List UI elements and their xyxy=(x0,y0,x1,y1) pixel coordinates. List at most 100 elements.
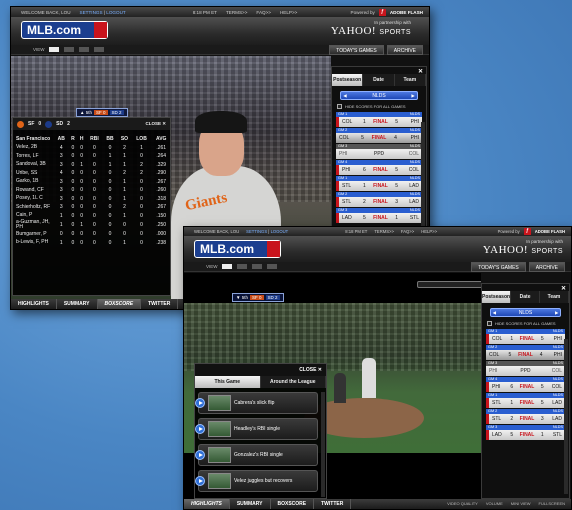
help-link[interactable]: HELP>> xyxy=(280,10,297,15)
tab-summary[interactable]: SUMMARY xyxy=(230,499,271,509)
quality-dropdown[interactable]: ▾ xyxy=(417,281,481,288)
game-score-row[interactable]: PHI 6 FINAL 5 COL xyxy=(486,382,565,392)
game-score-row[interactable]: PHI PPD COL xyxy=(336,149,422,159)
tab-boxscore[interactable]: BOXSCORE xyxy=(97,299,142,309)
prev-arrow-icon[interactable]: ◀ xyxy=(493,310,496,315)
settings-link[interactable]: SETTINGS xyxy=(80,10,103,15)
tab-this-game[interactable]: This Game xyxy=(195,376,261,388)
view-option-icon[interactable] xyxy=(64,47,74,52)
view-option-icon[interactable] xyxy=(94,47,104,52)
game-card[interactable]: GM 4 NLDS PHI 6 FINAL 5 COL xyxy=(486,377,565,392)
logout-link[interactable]: LOGOUT xyxy=(271,229,289,234)
view-option-icon[interactable] xyxy=(267,264,277,269)
game-score-row[interactable]: COL 1 FINAL 5 PHI xyxy=(336,117,422,127)
list-item[interactable]: Headley's RBI single xyxy=(195,418,318,440)
game-card[interactable]: GM 2 NLDS COL 5 FINAL 4 PHI xyxy=(486,345,565,360)
game-score-row[interactable]: COL 5 FINAL 4 PHI xyxy=(486,350,565,360)
series-selector[interactable]: ◀ NLDS ▶ xyxy=(340,91,418,100)
tab-team[interactable]: Team xyxy=(540,291,570,303)
game-card[interactable]: GM 3 NLDS PHI PPD COL xyxy=(336,144,422,159)
game-score-row[interactable]: PHI PPD COL xyxy=(486,366,565,376)
scrollbar[interactable] xyxy=(321,392,325,497)
view-option-icon[interactable] xyxy=(252,264,262,269)
close-icon[interactable]: ✕ xyxy=(561,285,566,292)
hide-scores-option[interactable]: HIDE SCORES FOR ALL GAMES xyxy=(487,321,569,326)
archive-button[interactable]: ARCHIVE xyxy=(528,262,565,272)
mini-view-button[interactable]: MINI VIEW xyxy=(511,499,531,509)
game-card[interactable]: GM 1 NLDS COL 1 FINAL 5 PHI xyxy=(336,112,422,127)
list-item[interactable]: Gonzalez's RBI single xyxy=(195,444,318,466)
play-icon[interactable] xyxy=(195,424,205,434)
tab-date[interactable]: Date xyxy=(511,291,541,303)
tab-highlights[interactable]: HIGHLIGHTS xyxy=(184,499,230,509)
game-card[interactable]: GM 3 NLDS LAD 5 FINAL 1 STL xyxy=(336,208,422,223)
play-icon[interactable] xyxy=(195,476,205,486)
volume-control[interactable]: VOLUME xyxy=(486,499,503,509)
todays-games-button[interactable]: TODAY'S GAMES xyxy=(471,262,526,272)
game-score-row[interactable]: LAD 5 FINAL 1 STL xyxy=(486,430,565,440)
game-score-row[interactable]: STL 1 FINAL 5 LAD xyxy=(336,181,422,191)
settings-link[interactable]: SETTINGS xyxy=(246,229,267,234)
game-card[interactable]: GM 1 NLDS STL 1 FINAL 5 LAD xyxy=(336,176,422,191)
play-icon[interactable] xyxy=(195,398,205,408)
view-option-icon[interactable] xyxy=(237,264,247,269)
video-quality-control[interactable]: VIDEO QUALITY xyxy=(447,499,478,509)
close-button[interactable]: CLOSE ✕ xyxy=(299,367,322,373)
view-option-icon[interactable] xyxy=(49,47,59,52)
tab-highlights[interactable]: HIGHLIGHTS xyxy=(11,299,57,309)
play-icon[interactable] xyxy=(195,450,205,460)
scrollbar[interactable] xyxy=(564,339,568,494)
game-score-row[interactable]: STL 2 FINAL 3 LAD xyxy=(486,414,565,424)
game-card[interactable]: GM 1 NLDS STL 1 FINAL 5 LAD xyxy=(486,393,565,408)
logout-link[interactable]: LOGOUT xyxy=(106,10,125,15)
todays-games-button[interactable]: TODAY'S GAMES xyxy=(329,45,384,55)
close-icon[interactable]: ✕ xyxy=(418,68,423,75)
tab-summary[interactable]: SUMMARY xyxy=(57,299,98,309)
tab-date[interactable]: Date xyxy=(363,74,395,86)
game-card[interactable]: GM 2 NLDS STL 2 FINAL 3 LAD xyxy=(486,409,565,424)
help-link[interactable]: HELP>> xyxy=(421,229,437,234)
terms-link[interactable]: TERMS>> xyxy=(226,10,247,15)
close-button[interactable]: CLOSE ✕ xyxy=(145,121,170,127)
list-item[interactable]: Velez juggles but recovers xyxy=(195,470,318,492)
view-option-icon[interactable] xyxy=(79,47,89,52)
view-option-icon[interactable] xyxy=(222,264,232,269)
tab-postseason[interactable]: Postseason xyxy=(482,291,512,303)
list-item[interactable]: Cabrera's slick flip xyxy=(195,392,318,414)
game-score-row[interactable]: STL 2 FINAL 3 LAD xyxy=(336,197,422,207)
tab-around-the-league[interactable]: Around the League xyxy=(261,376,326,388)
game-score-row[interactable]: PHI 6 FINAL 5 COL xyxy=(336,165,422,175)
tab-twitter[interactable]: TWITTER xyxy=(141,299,179,309)
game-label: GM 2 xyxy=(488,409,498,413)
next-arrow-icon[interactable]: ▶ xyxy=(555,310,558,315)
tab-boxscore[interactable]: BOXSCORE xyxy=(271,499,315,509)
mlb-logo[interactable]: MLB.com xyxy=(194,240,281,258)
game-card[interactable]: GM 3 NLDS PHI PPD COL xyxy=(486,361,565,376)
game-score-row[interactable]: COL 5 FINAL 4 PHI xyxy=(336,133,422,143)
view-options xyxy=(49,47,104,52)
prev-arrow-icon[interactable]: ◀ xyxy=(343,93,346,98)
faq-link[interactable]: FAQ>> xyxy=(256,10,271,15)
terms-link[interactable]: TERMS>> xyxy=(374,229,394,234)
game-card[interactable]: GM 2 NLDS COL 5 FINAL 4 PHI xyxy=(336,128,422,143)
mlb-logo[interactable]: MLB.com xyxy=(21,21,108,39)
fullscreen-button[interactable]: FULLSCREEN xyxy=(539,499,565,509)
game-score-row[interactable]: COL 1 FINAL 5 PHI xyxy=(486,334,565,344)
archive-button[interactable]: ARCHIVE xyxy=(386,45,423,55)
game-card[interactable]: GM 1 NLDS COL 1 FINAL 5 PHI xyxy=(486,329,565,344)
game-card[interactable]: GM 4 NLDS PHI 6 FINAL 5 COL xyxy=(336,160,422,175)
checkbox[interactable] xyxy=(487,321,492,326)
game-card[interactable]: GM 2 NLDS STL 2 FINAL 3 LAD xyxy=(336,192,422,207)
tab-postseason[interactable]: Postseason xyxy=(332,74,364,86)
game-score-row[interactable]: STL 1 FINAL 5 LAD xyxy=(486,398,565,408)
game-score-row[interactable]: LAD 5 FINAL 1 STL xyxy=(336,213,422,223)
game-card[interactable]: GM 3 NLDS LAD 5 FINAL 1 STL xyxy=(486,425,565,440)
faq-link[interactable]: FAQ>> xyxy=(401,229,414,234)
tab-twitter[interactable]: TWITTER xyxy=(314,499,352,509)
series-selector[interactable]: ◀ NLDS ▶ xyxy=(489,308,562,317)
hide-scores-option[interactable]: HIDE SCORES FOR ALL GAMES xyxy=(337,104,426,109)
series-label: NLDS xyxy=(409,128,420,132)
next-arrow-icon[interactable]: ▶ xyxy=(411,93,414,98)
checkbox[interactable] xyxy=(337,104,342,109)
tab-team[interactable]: Team xyxy=(395,74,426,86)
